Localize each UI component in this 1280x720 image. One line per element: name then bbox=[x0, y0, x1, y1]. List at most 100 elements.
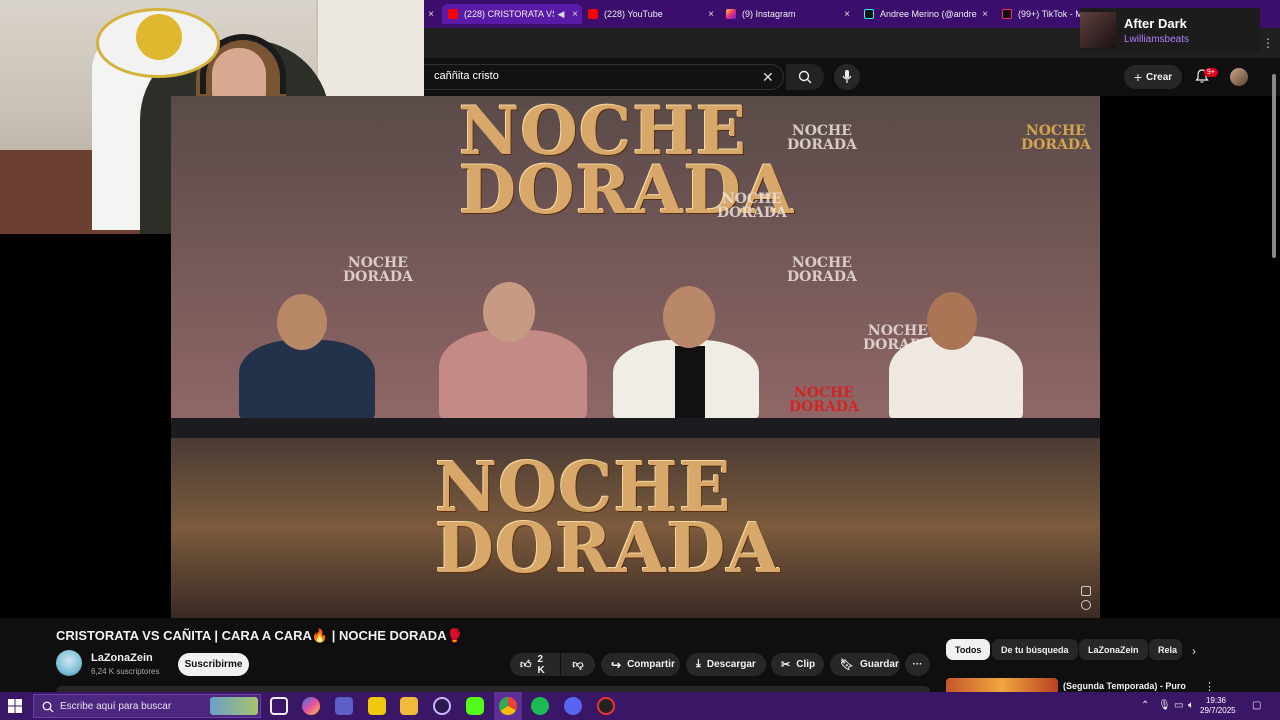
file-explorer-icon[interactable] bbox=[400, 697, 418, 715]
voice-search-button[interactable] bbox=[834, 64, 860, 90]
chip-todos[interactable]: Todos bbox=[946, 639, 991, 660]
logo-line2: DORADA bbox=[459, 151, 795, 230]
copilot-icon[interactable] bbox=[302, 697, 320, 715]
notifications-icon[interactable]: ▢ bbox=[1252, 700, 1261, 711]
account-avatar[interactable] bbox=[1230, 68, 1248, 86]
microphone-icon[interactable]: 🎙︎ bbox=[1158, 700, 1171, 711]
logo-small-line2: DORADA bbox=[787, 137, 857, 153]
tab-close-icon[interactable]: × bbox=[568, 9, 582, 20]
share-label: Compartir bbox=[627, 659, 675, 670]
now-playing-overlay: After Dark Lwilliamsbeats bbox=[1080, 8, 1260, 52]
logo-small-line1: NOCHE bbox=[791, 123, 852, 139]
recommendation-title[interactable]: (Segunda Temporada) - Puro bbox=[1063, 681, 1186, 691]
tab-tiktok[interactable]: (99+) TikTok - Mal bbox=[996, 4, 1080, 24]
save-button[interactable]: 🔖︎ Guardar bbox=[830, 653, 900, 676]
download-icon: ⤓ bbox=[696, 658, 701, 670]
video-title: CRISTORATA VS CAÑITA | CARA A CARA🔥 | NO… bbox=[56, 628, 463, 643]
tab-cristorata[interactable]: (228) CRISTORATA VS ◀ × bbox=[442, 4, 582, 24]
tab-partial[interactable]: × bbox=[424, 4, 438, 24]
tab-close-icon[interactable]: × bbox=[704, 9, 718, 20]
person-1-head bbox=[277, 294, 327, 350]
download-button[interactable]: ⤓ Descargar bbox=[686, 653, 766, 676]
like-button[interactable]: 👍︎ 2 K bbox=[510, 653, 560, 676]
screen: × (228) CRISTORATA VS ◀ × (228) YouTube … bbox=[0, 0, 1280, 720]
video-player[interactable]: NOCHE DORADA NOCHE DORADA NOCHE DORADA NOC… bbox=[171, 96, 1100, 618]
kick-icon[interactable] bbox=[466, 697, 484, 715]
subscriber-count: 6,24 K suscriptores bbox=[91, 667, 160, 676]
tab-close-icon[interactable]: × bbox=[978, 9, 992, 20]
taskbar-clock[interactable]: 19:36 29/7/2025 bbox=[1200, 696, 1236, 716]
windows-start-icon[interactable] bbox=[8, 699, 22, 713]
app-icon[interactable] bbox=[433, 697, 451, 715]
logo-small-line1: NOCHE bbox=[347, 255, 408, 271]
volume-icon[interactable]: 🔈︎ bbox=[1188, 700, 1194, 711]
scrollbar[interactable] bbox=[1272, 74, 1276, 258]
create-button[interactable]: + Crear bbox=[1124, 65, 1182, 89]
search-icon bbox=[798, 70, 812, 84]
backdrop-logo: NOCHE DORADA bbox=[787, 256, 857, 284]
chip-de-tu-busqueda[interactable]: De tu búsqueda bbox=[992, 639, 1078, 660]
clip-button[interactable]: ✂ Clip bbox=[771, 653, 824, 676]
noche-dorada-logo-top: NOCHE DORADA bbox=[459, 98, 795, 230]
person-2 bbox=[439, 330, 587, 422]
person-1 bbox=[239, 340, 375, 422]
taskbar-search-input[interactable]: Escribe aquí para buscar bbox=[33, 694, 261, 718]
dislike-button[interactable]: 👎︎ bbox=[561, 653, 595, 676]
like-count: 2 K bbox=[537, 653, 545, 676]
spotify-icon[interactable] bbox=[531, 697, 549, 715]
tab-instagram[interactable]: (9) Instagram × bbox=[720, 4, 854, 24]
obs-icon[interactable] bbox=[597, 697, 615, 715]
tab-close-icon[interactable]: × bbox=[424, 9, 438, 20]
taskbar-search-placeholder: Escribe aquí para buscar bbox=[60, 700, 172, 712]
bookmark-icon: 🔖︎ bbox=[840, 659, 854, 671]
download-label: Descargar bbox=[706, 659, 756, 670]
logo-small-line2: DORADA bbox=[789, 399, 859, 415]
youtube-icon bbox=[448, 9, 458, 19]
chevron-up-icon[interactable]: ⌃ bbox=[1141, 700, 1149, 711]
tab-close-icon[interactable]: × bbox=[840, 9, 854, 20]
speaker-icon[interactable]: ◀ bbox=[554, 9, 568, 20]
sticky-notes-icon[interactable] bbox=[368, 697, 386, 715]
lens-overlay-icon[interactable] bbox=[1081, 600, 1091, 610]
logo-small-line1: NOCHE bbox=[791, 255, 852, 271]
more-actions-button[interactable]: ··· bbox=[905, 653, 930, 676]
backdrop-logo: NOCHE DORADA bbox=[789, 386, 859, 414]
more-options-icon[interactable]: ⋮ bbox=[1262, 36, 1274, 50]
noche-dorada-logo-bottom: NOCHE DORADA bbox=[435, 454, 779, 583]
network-icon[interactable]: ▭ bbox=[1174, 700, 1183, 711]
logo-small-line1: NOCHE bbox=[793, 385, 854, 401]
tab-label: Andree Merino (@andre bbox=[880, 9, 977, 19]
youtube-header: caññita cristo ✕ + Crear 9+ bbox=[424, 58, 1280, 96]
chevron-right-icon[interactable]: › bbox=[1192, 644, 1196, 658]
search-highlight-image bbox=[210, 697, 258, 715]
chrome-icon[interactable] bbox=[499, 697, 517, 715]
corner-logo: NOCHE DORADA bbox=[1021, 124, 1091, 152]
person-4-head bbox=[927, 292, 977, 350]
share-button[interactable]: ↪ Compartir bbox=[601, 653, 680, 676]
instagram-icon bbox=[726, 9, 736, 19]
logo-small-line2: DORADA bbox=[343, 269, 413, 285]
subscribe-button[interactable]: Suscribirme bbox=[178, 653, 249, 676]
discord-icon[interactable] bbox=[564, 697, 582, 715]
tab-tiktok-andree[interactable]: Andree Merino (@andre × bbox=[858, 4, 992, 24]
chip-lazonazein[interactable]: LaZonaZein bbox=[1079, 639, 1148, 660]
teams-icon[interactable] bbox=[335, 697, 353, 715]
tab-label: (228) CRISTORATA VS bbox=[464, 9, 554, 19]
search-button[interactable] bbox=[786, 64, 824, 90]
clear-search-icon[interactable]: ✕ bbox=[762, 70, 774, 84]
backdrop-logo: NOCHE DORADA bbox=[717, 192, 787, 220]
channel-avatar[interactable] bbox=[56, 650, 82, 676]
search-input[interactable]: caññita cristo ✕ bbox=[424, 64, 784, 90]
tab-youtube[interactable]: (228) YouTube × bbox=[582, 4, 718, 24]
tab-label: (99+) TikTok - Mal bbox=[1018, 9, 1080, 19]
youtube-icon bbox=[588, 9, 598, 19]
task-view-icon[interactable] bbox=[270, 697, 288, 715]
chip-related[interactable]: Rela bbox=[1149, 639, 1182, 660]
mic-overlay-icon[interactable] bbox=[1081, 586, 1091, 596]
plus-icon: + bbox=[1133, 69, 1143, 85]
tab-label: (9) Instagram bbox=[742, 9, 796, 19]
clip-label: Clip bbox=[796, 659, 816, 670]
clock-time: 19:36 bbox=[1205, 696, 1227, 705]
channel-name[interactable]: LaZonaZein bbox=[91, 652, 153, 664]
recommendation-thumbnail[interactable] bbox=[946, 678, 1058, 692]
